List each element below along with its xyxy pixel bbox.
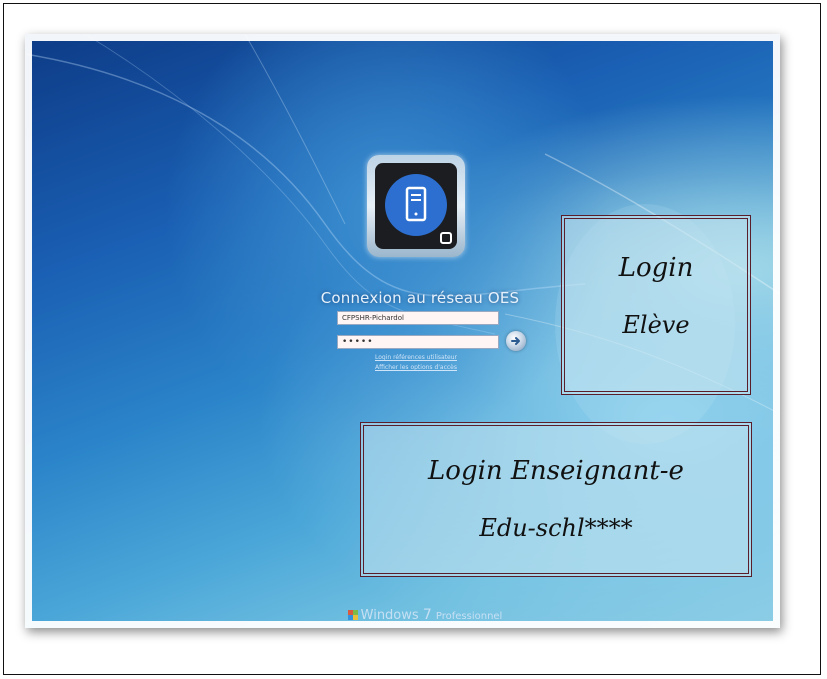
student-annotation-line1: Login [618, 253, 694, 283]
windows-flag-icon [347, 610, 358, 620]
network-badge-icon [440, 232, 452, 244]
login-title: Connexion au réseau OES [320, 289, 520, 307]
switch-user-link[interactable]: Login références utilisateur [325, 354, 507, 361]
submit-button[interactable] [506, 331, 526, 351]
brand-edition: Professionnel [435, 611, 503, 622]
teacher-login-annotation: Login Enseignant-e Edu-schl**** [360, 422, 752, 577]
password-field[interactable]: ••••• [337, 335, 499, 349]
brand-version: 7 [422, 607, 432, 623]
windows-brand: Windows 7 Professionnel [325, 607, 525, 623]
username-field[interactable]: CFPSHR-Pichardol [337, 311, 499, 325]
access-options-link[interactable]: Afficher les options d'accès [325, 364, 507, 371]
student-annotation-line2: Elève [622, 311, 690, 339]
server-tower-icon [385, 174, 447, 236]
arrow-right-circle-icon [511, 337, 520, 345]
teacher-annotation-line1: Login Enseignant-e [428, 456, 684, 486]
user-tile-inner [375, 163, 457, 249]
teacher-annotation-line2: Edu-schl**** [479, 514, 633, 542]
brand-name: Windows [360, 608, 419, 623]
user-tile [367, 155, 465, 257]
student-login-annotation: Login Elève [561, 215, 751, 395]
